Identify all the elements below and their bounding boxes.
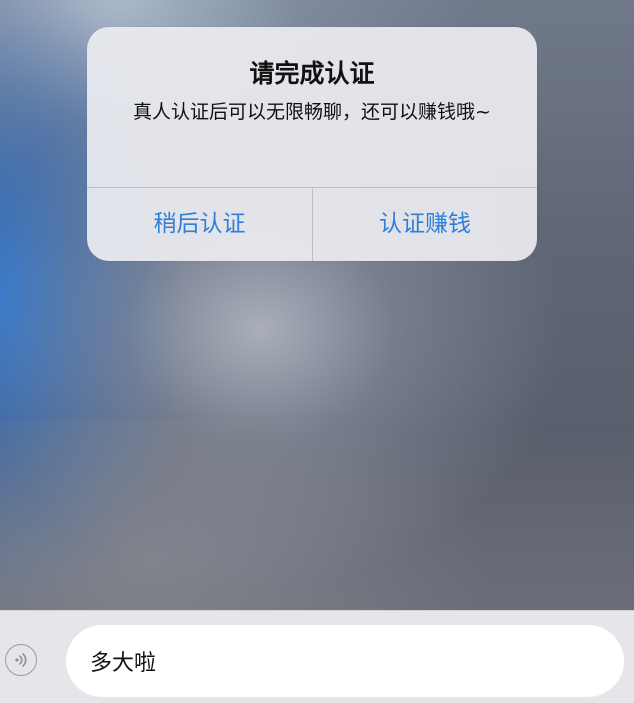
blurred-chat-background-lower xyxy=(0,420,634,610)
voice-icon xyxy=(15,653,27,667)
chat-input-bar: 多大啦 xyxy=(0,610,634,703)
verification-alert-dialog: 请完成认证 真人认证后可以无限畅聊，还可以赚钱哦~ 稍后认证 认证赚钱 xyxy=(87,27,537,261)
voice-input-button[interactable] xyxy=(5,644,37,676)
message-input-text: 多大啦 xyxy=(90,651,157,676)
alert-title: 请完成认证 xyxy=(249,59,375,88)
verify-later-button[interactable]: 稍后认证 xyxy=(87,188,312,261)
verify-earn-button[interactable]: 认证赚钱 xyxy=(313,188,537,261)
message-input[interactable]: 多大啦 xyxy=(66,625,624,697)
alert-message: 真人认证后可以无限畅聊，还可以赚钱哦~ xyxy=(133,101,491,123)
alert-body: 请完成认证 真人认证后可以无限畅聊，还可以赚钱哦~ xyxy=(87,27,537,187)
